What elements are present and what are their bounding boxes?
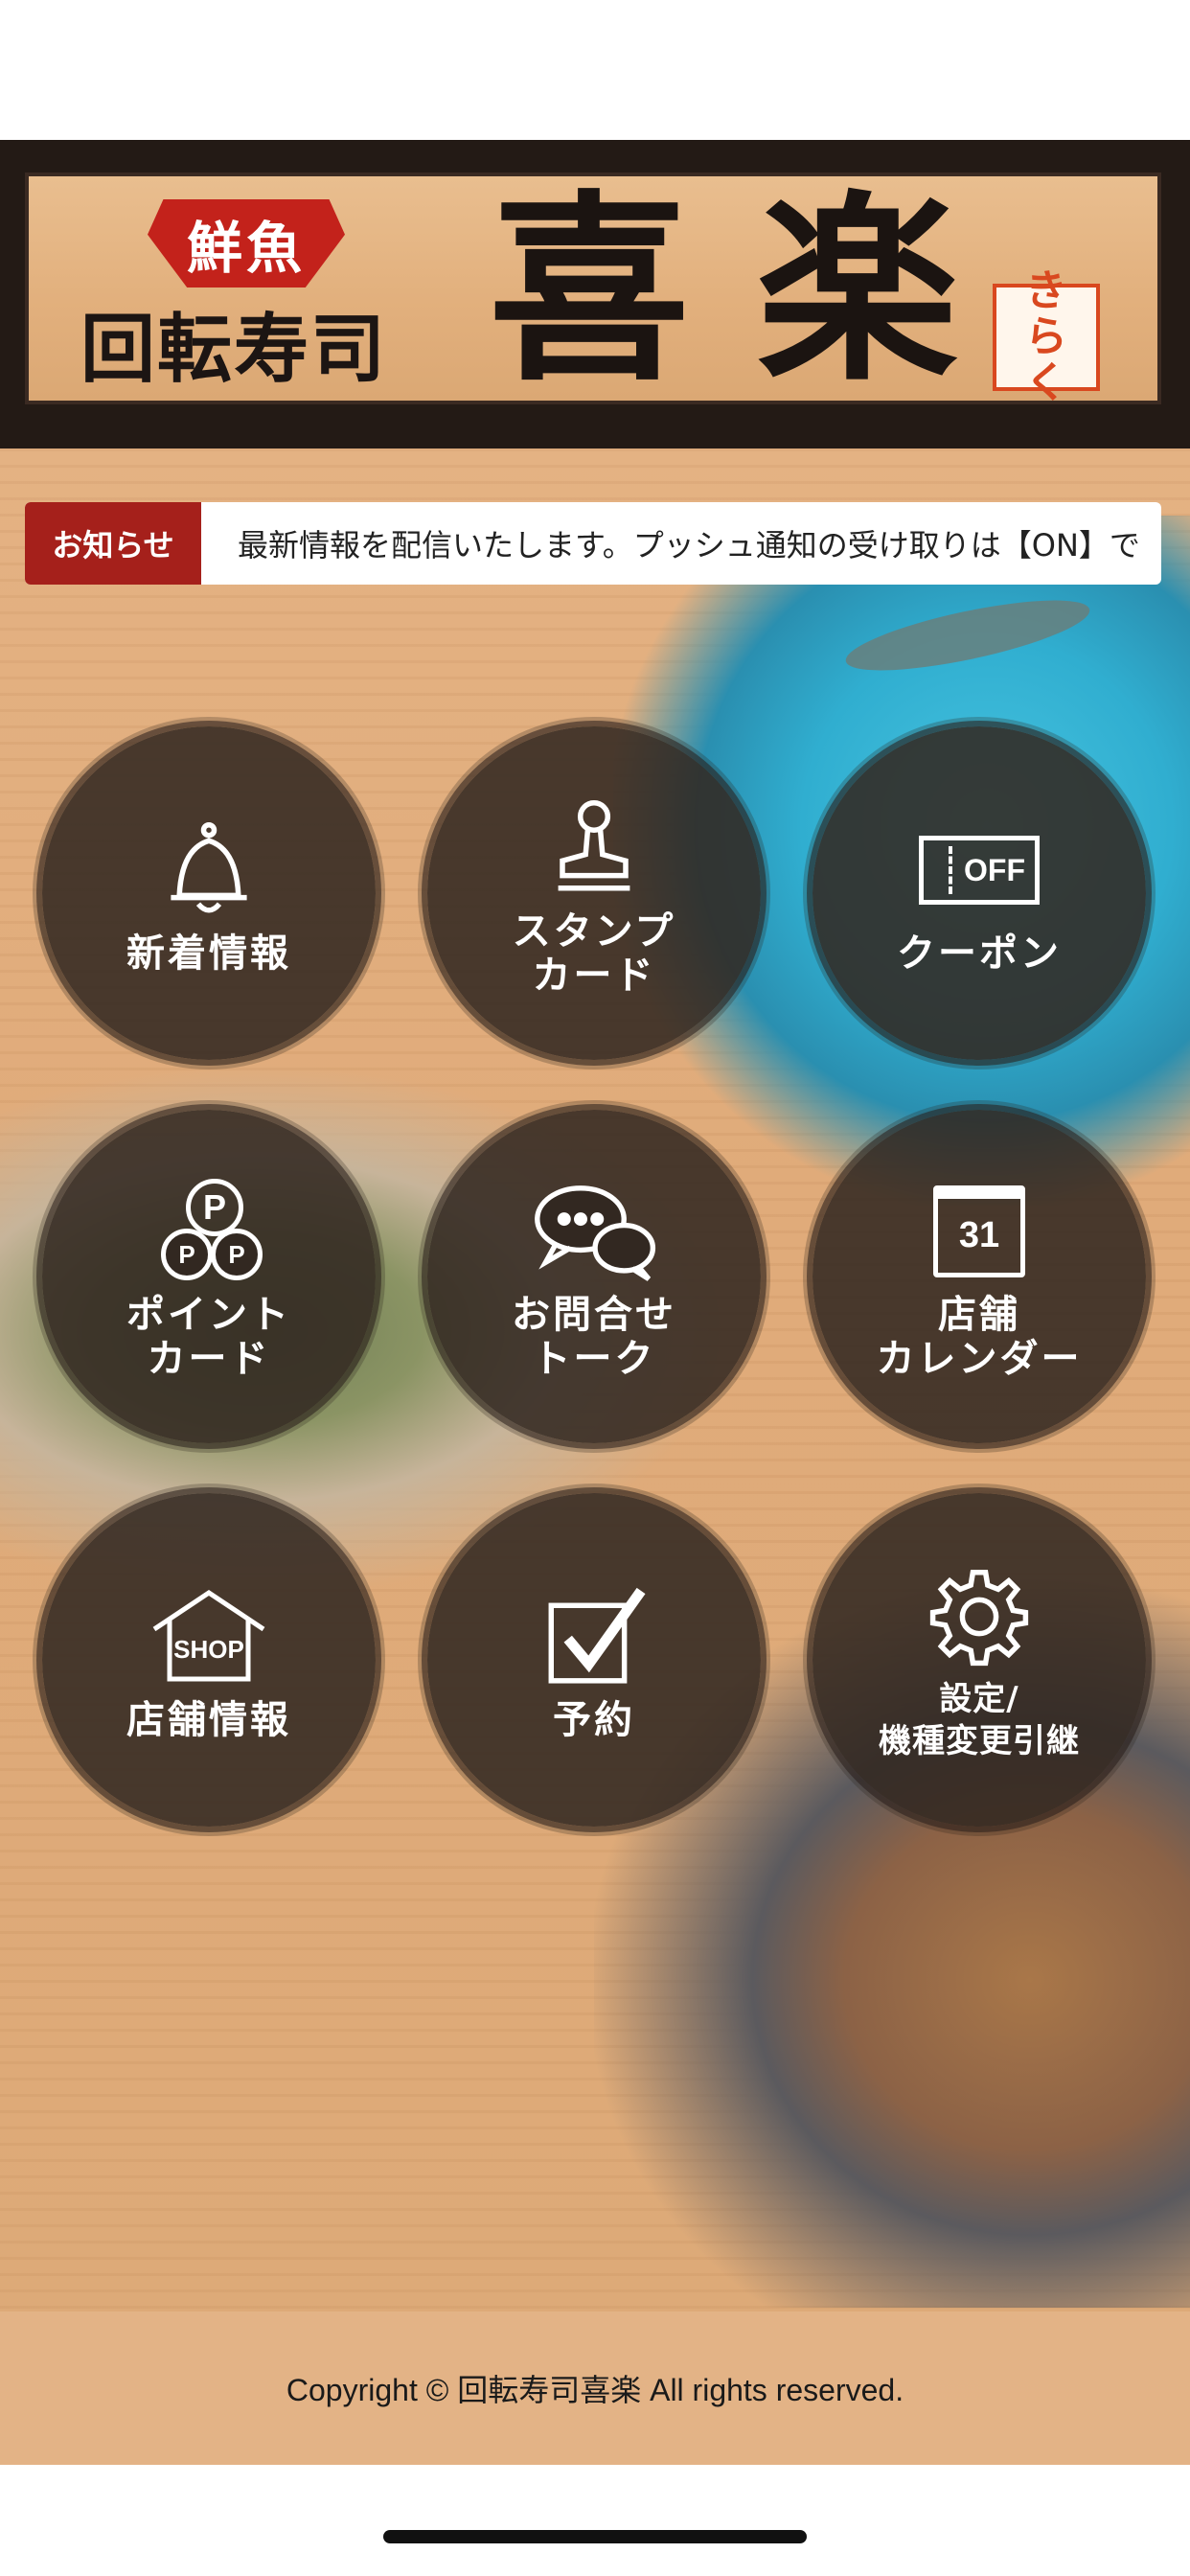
- menu-store-calendar-button[interactable]: 31 店舗 カレンダー: [812, 1110, 1146, 1443]
- status-bar: [0, 0, 1190, 140]
- shop-icon-text: SHOP: [173, 1635, 244, 1664]
- gear-icon: [907, 1563, 1051, 1670]
- brand-name: 喜楽: [489, 172, 1026, 408]
- coupon-icon-text: OFF: [964, 852, 1025, 887]
- header-signboard: 鮮魚 回転寿司 喜楽 きらく: [25, 172, 1161, 408]
- kana-logo: きらく: [993, 268, 1100, 406]
- points-icon-text: P: [202, 1187, 226, 1227]
- menu-label: クーポン: [897, 931, 1062, 976]
- menu-point-card-button[interactable]: P P P ポイント カード: [42, 1110, 376, 1443]
- menu-label: スタンプ カード: [512, 908, 676, 998]
- menu-label: 予約: [553, 1697, 635, 1742]
- footer: Copyright © 回転寿司喜楽 All rights reserved.: [0, 2312, 1190, 2465]
- menu-inquiry-talk-button[interactable]: お問合せ トーク: [427, 1110, 761, 1443]
- menu-settings-button[interactable]: 設定/ 機種変更引継: [812, 1493, 1146, 1827]
- calendar-icon: 31: [907, 1178, 1051, 1285]
- news-ticker[interactable]: お知らせ 最新情報を配信いたします。プッシュ通知の受け取りは【ON】で: [25, 502, 1161, 585]
- coupon-icon: OFF: [907, 816, 1051, 924]
- menu-label: ポイント カード: [126, 1292, 291, 1381]
- news-text: 最新情報を配信いたします。プッシュ通知の受け取りは【ON】で: [238, 527, 1140, 564]
- home-indicator[interactable]: [383, 2530, 807, 2543]
- menu-reservation-button[interactable]: 予約: [427, 1493, 761, 1827]
- menu-label: 新着情報: [126, 931, 291, 976]
- news-label: お知らせ: [25, 502, 201, 585]
- menu-label: 店舗情報: [126, 1697, 291, 1742]
- chat-icon: [522, 1178, 666, 1285]
- menu-news-button[interactable]: 新着情報: [42, 726, 376, 1060]
- checkbox-icon: [522, 1583, 666, 1690]
- menu-label: 店舗 カレンダー: [876, 1292, 1083, 1381]
- copyright-text: Copyright © 回転寿司喜楽 All rights reserved.: [286, 2373, 904, 2407]
- bell-icon: [137, 816, 281, 924]
- points-icon: P P P: [137, 1178, 281, 1285]
- menu-store-info-button[interactable]: SHOP 店舗情報: [42, 1493, 376, 1827]
- kana-logo-text: きらく: [1025, 266, 1067, 407]
- menu-coupon-button[interactable]: OFF クーポン: [812, 726, 1146, 1060]
- app-header: 鮮魚 回転寿司 喜楽 きらく: [0, 140, 1190, 448]
- fresh-fish-badge: 鮮魚: [148, 199, 345, 288]
- calendar-icon-text: 31: [958, 1215, 1000, 1255]
- shop-icon: SHOP: [137, 1583, 281, 1690]
- point-coin-right: P: [211, 1229, 263, 1280]
- point-coin-left: P: [161, 1229, 213, 1280]
- shop-type-label: 回転寿司: [80, 307, 388, 393]
- menu-stamp-card-button[interactable]: スタンプ カード: [427, 726, 761, 1060]
- menu-label: お問合せ トーク: [512, 1292, 676, 1381]
- stamp-icon: [522, 794, 666, 902]
- menu-label: 設定/ 機種変更引継: [879, 1680, 1080, 1760]
